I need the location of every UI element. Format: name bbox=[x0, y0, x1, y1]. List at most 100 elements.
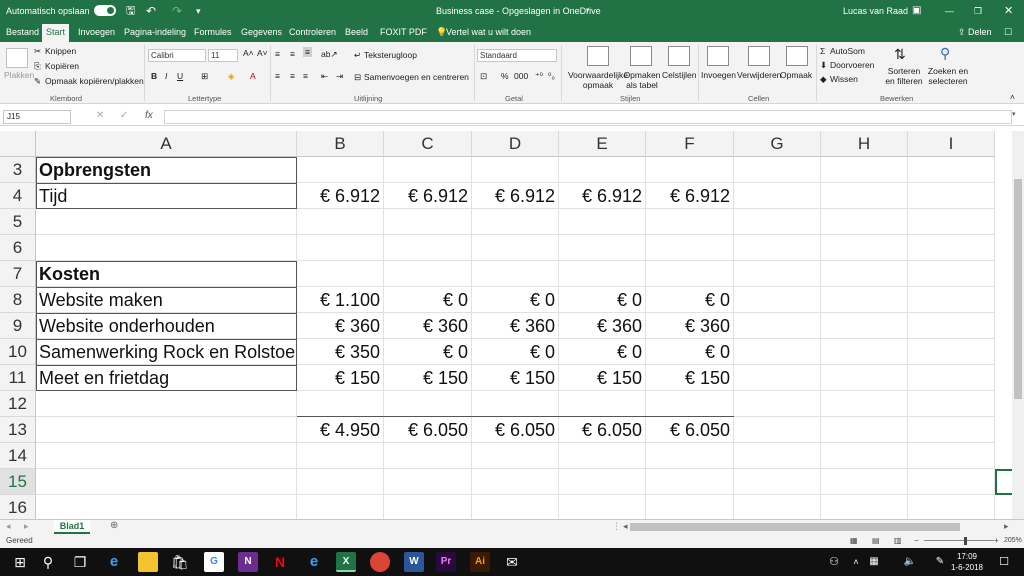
cell-c14[interactable] bbox=[384, 443, 472, 469]
network-icon[interactable]: ▦ bbox=[864, 552, 884, 572]
find-select-icon[interactable]: ⚲ bbox=[940, 45, 950, 62]
delete-cells-icon[interactable] bbox=[748, 46, 770, 66]
cell-b9[interactable]: € 360 bbox=[297, 313, 384, 339]
internet-explorer-icon[interactable]: e bbox=[304, 552, 324, 572]
cell-g8[interactable] bbox=[734, 287, 821, 313]
cell-b7[interactable] bbox=[297, 261, 384, 287]
cell-g13[interactable] bbox=[734, 417, 821, 443]
ribbon-display-options-icon[interactable]: ▣ bbox=[912, 0, 921, 22]
cell-c3[interactable] bbox=[384, 157, 472, 183]
increase-font-icon[interactable]: A˄ bbox=[243, 48, 254, 58]
cell-b14[interactable] bbox=[297, 443, 384, 469]
undo-icon[interactable]: ↶ bbox=[146, 0, 156, 22]
prev-sheet-icon[interactable]: ◂ bbox=[6, 521, 11, 532]
cell-h15[interactable] bbox=[821, 469, 908, 495]
cell-b15[interactable] bbox=[297, 469, 384, 495]
merge-icon[interactable]: ⊟ bbox=[354, 72, 361, 83]
sort-filter-button[interactable]: Sorteren en filteren bbox=[882, 66, 926, 86]
format-cells-button[interactable]: Opmaak bbox=[780, 70, 812, 80]
task-view-icon[interactable]: ❐ bbox=[70, 552, 90, 572]
row-header-8[interactable]: 8 bbox=[0, 287, 36, 313]
chrome-icon[interactable] bbox=[370, 552, 390, 572]
cell-h4[interactable] bbox=[821, 183, 908, 209]
font-family-select[interactable]: Calibri bbox=[148, 49, 206, 62]
cell-a13[interactable] bbox=[36, 417, 297, 443]
cell-c7[interactable] bbox=[384, 261, 472, 287]
clear-icon[interactable]: ◆ bbox=[820, 74, 827, 85]
cell-f14[interactable] bbox=[646, 443, 734, 469]
premiere-icon[interactable]: Pr bbox=[436, 552, 456, 572]
cell-e3[interactable] bbox=[559, 157, 646, 183]
cell-f5[interactable] bbox=[646, 209, 734, 235]
cell-d10[interactable]: € 0 bbox=[472, 339, 559, 365]
column-header-h[interactable]: H bbox=[821, 131, 908, 157]
cell-b11[interactable]: € 150 bbox=[297, 365, 384, 391]
illustrator-icon[interactable]: Ai bbox=[470, 552, 490, 572]
column-header-i[interactable]: I bbox=[908, 131, 995, 157]
normal-view-icon[interactable]: ▦ bbox=[850, 534, 858, 548]
cell-c6[interactable] bbox=[384, 235, 472, 261]
cut-icon[interactable]: ✂ bbox=[34, 46, 41, 57]
cell-a6[interactable] bbox=[36, 235, 297, 261]
cell-c9[interactable]: € 360 bbox=[384, 313, 472, 339]
cell-h3[interactable] bbox=[821, 157, 908, 183]
cell-c4[interactable]: € 6.912 bbox=[384, 183, 472, 209]
cell-a16[interactable] bbox=[36, 495, 297, 519]
sheet-tab-blad1[interactable]: Blad1 bbox=[54, 520, 90, 534]
column-header-b[interactable]: B bbox=[297, 131, 384, 157]
format-as-table-icon[interactable] bbox=[630, 46, 652, 66]
new-sheet-icon[interactable]: ⊕ bbox=[110, 520, 118, 531]
fill-color-icon[interactable]: ◈ bbox=[228, 71, 235, 82]
clear-button[interactable]: Wissen bbox=[830, 74, 858, 84]
cell-d16[interactable] bbox=[472, 495, 559, 519]
tab-formules[interactable]: Formules bbox=[190, 22, 236, 42]
title-chevron-down-icon[interactable]: ▾ bbox=[586, 0, 590, 22]
select-all-corner[interactable] bbox=[0, 131, 36, 157]
cell-c11[interactable]: € 150 bbox=[384, 365, 472, 391]
copy-button[interactable]: Kopiëren bbox=[45, 61, 79, 71]
paste-button[interactable]: Plakken bbox=[4, 70, 34, 80]
clock[interactable]: 17:09 1-6-2018 bbox=[950, 551, 984, 573]
scroll-right-icon[interactable]: ▸ bbox=[1004, 521, 1009, 532]
cell-f12[interactable] bbox=[646, 391, 734, 417]
cell-c13[interactable]: € 6.050 bbox=[384, 417, 472, 443]
increase-decimal-icon[interactable]: ⁺⁰ bbox=[535, 71, 543, 82]
format-cells-icon[interactable] bbox=[786, 46, 808, 66]
cell-g4[interactable] bbox=[734, 183, 821, 209]
cell-h7[interactable] bbox=[821, 261, 908, 287]
tab-invoegen[interactable]: Invoegen bbox=[74, 22, 119, 42]
zoom-slider-thumb[interactable] bbox=[964, 537, 967, 545]
cell-h13[interactable] bbox=[821, 417, 908, 443]
comments-icon[interactable]: ☐ bbox=[1000, 22, 1016, 42]
page-break-icon[interactable]: ▥ bbox=[894, 534, 902, 548]
cell-g9[interactable] bbox=[734, 313, 821, 339]
row-header-12[interactable]: 12 bbox=[0, 391, 36, 417]
autosum-button[interactable]: AutoSom bbox=[830, 46, 865, 56]
align-bottom-icon[interactable]: ≡ bbox=[303, 47, 312, 57]
cell-d15[interactable] bbox=[472, 469, 559, 495]
row-header-16[interactable]: 16 bbox=[0, 495, 36, 519]
wrap-text-icon[interactable]: ↵ bbox=[354, 50, 361, 61]
cell-i6[interactable] bbox=[908, 235, 995, 261]
cell-d9[interactable]: € 360 bbox=[472, 313, 559, 339]
cell-b8[interactable]: € 1.100 bbox=[297, 287, 384, 313]
cell-e4[interactable]: € 6.912 bbox=[559, 183, 646, 209]
tab-pagina-indeling[interactable]: Pagina-indeling bbox=[120, 22, 190, 42]
cell-e11[interactable]: € 150 bbox=[559, 365, 646, 391]
row-header-14[interactable]: 14 bbox=[0, 443, 36, 469]
cell-g15[interactable] bbox=[734, 469, 821, 495]
cell-i5[interactable] bbox=[908, 209, 995, 235]
cell-d11[interactable]: € 150 bbox=[472, 365, 559, 391]
tab-split-icon[interactable]: ⋮ bbox=[612, 521, 621, 532]
cell-b6[interactable] bbox=[297, 235, 384, 261]
align-right-icon[interactable]: ≡ bbox=[303, 71, 308, 81]
cell-g11[interactable] bbox=[734, 365, 821, 391]
cell-h5[interactable] bbox=[821, 209, 908, 235]
bold-button[interactable]: B bbox=[151, 71, 157, 81]
fill-button[interactable]: Doorvoeren bbox=[830, 60, 874, 70]
comma-style-icon[interactable]: 000 bbox=[514, 71, 528, 81]
row-header-3[interactable]: 3 bbox=[0, 157, 36, 183]
cell-f15[interactable] bbox=[646, 469, 734, 495]
cell-f10[interactable]: € 0 bbox=[646, 339, 734, 365]
cell-b12[interactable] bbox=[297, 391, 384, 417]
